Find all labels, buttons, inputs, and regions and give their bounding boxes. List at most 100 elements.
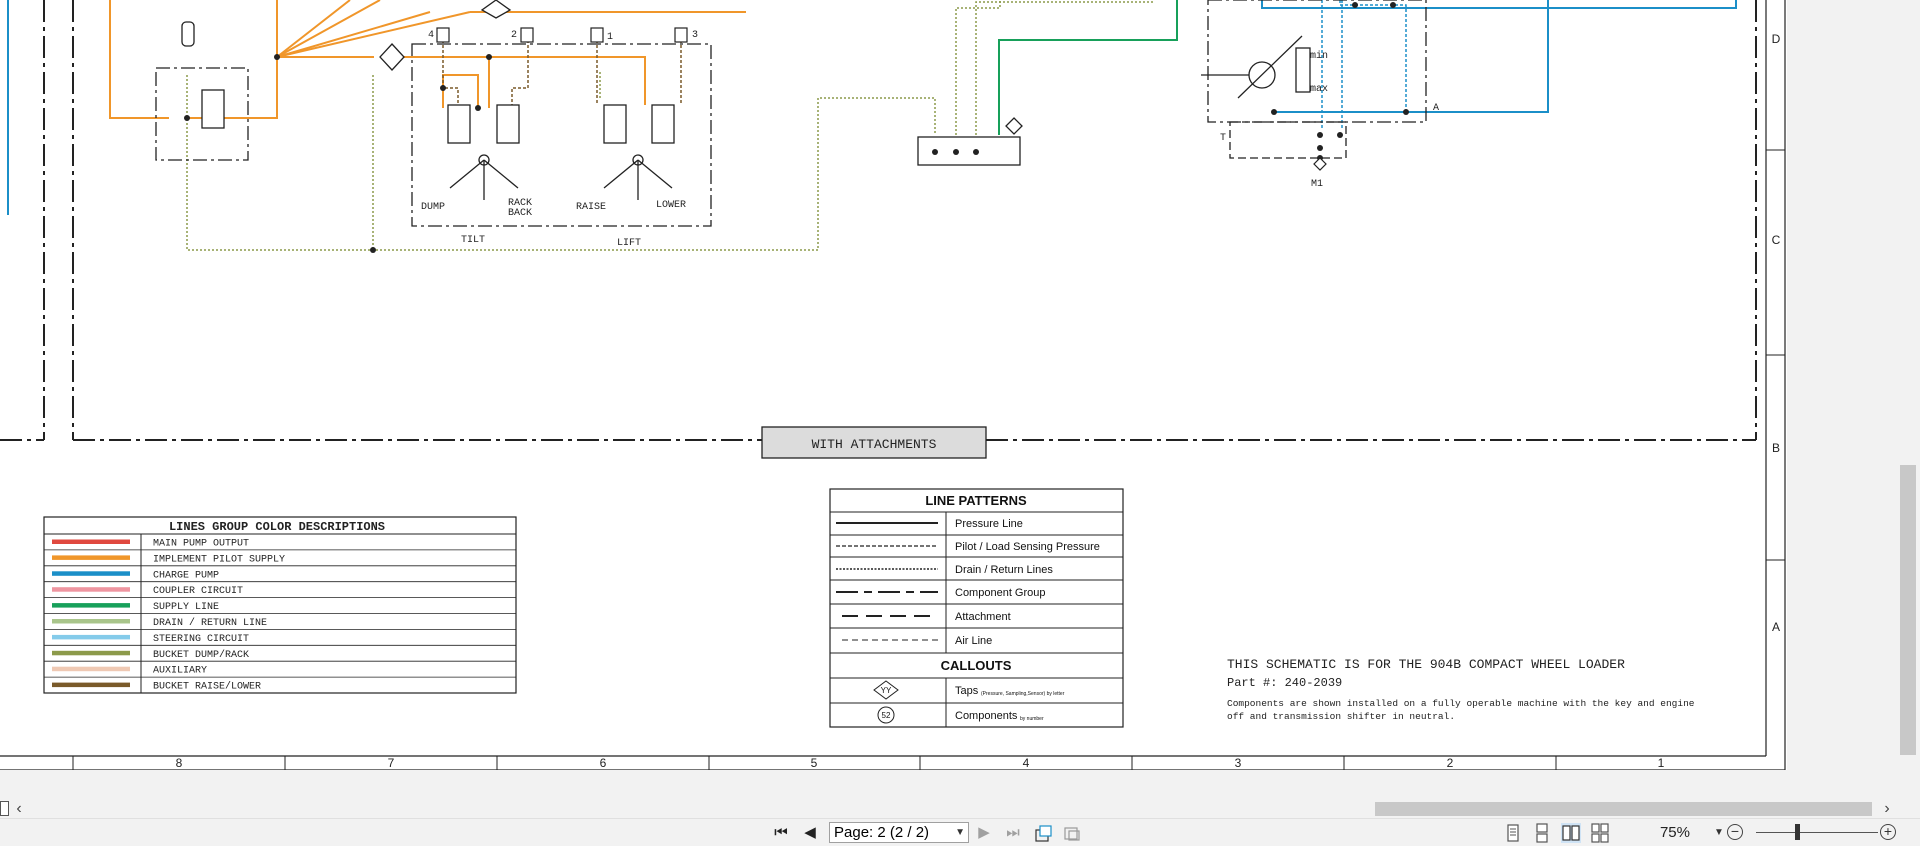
zoom-value[interactable]: 75% (1650, 823, 1690, 843)
zoom-in-icon[interactable]: + (1880, 824, 1896, 840)
label-tilt: TILT (461, 235, 485, 246)
install-note-line2: off and transmission shifter in neutral. (1227, 711, 1455, 722)
zone-number-4: 4 (1023, 756, 1030, 770)
legend-label: IMPLEMENT PILOT SUPPLY (153, 554, 285, 565)
schematic-drawing: DUMP RACK BACK RAISE LOWER TILT LIFT 4 2… (0, 0, 1786, 770)
last-page-icon[interactable]: ⏭ (1003, 823, 1023, 843)
legend-label: AUXILIARY (153, 666, 207, 677)
vertical-scroll-thumb[interactable] (1900, 465, 1916, 755)
joysticks (449, 154, 673, 200)
zone-number-7: 7 (388, 756, 395, 770)
legend-label: SUPPLY LINE (153, 602, 219, 613)
legend-label: BUCKET RAISE/LOWER (153, 681, 261, 693)
legend-swatch (52, 666, 130, 672)
zone-number-6: 6 (600, 756, 607, 770)
components-label: Components (955, 710, 1018, 722)
scroll-corner-box (0, 801, 9, 816)
taps-note: (Pressure, Sampling,Sensor) by letter (981, 691, 1065, 697)
zone-letter-b: B (1772, 441, 1780, 455)
prev-page-icon[interactable]: ◀ (800, 823, 820, 843)
zone-letter-a: A (1772, 620, 1780, 634)
zoom-slider-thumb[interactable] (1795, 824, 1800, 840)
zone-number-1: 1 (1658, 756, 1665, 770)
taps-label: Taps (955, 685, 979, 697)
schematic-title: THIS SCHEMATIC IS FOR THE 904B COMPACT W… (1227, 657, 1625, 672)
zone-letters: D C B A (1772, 32, 1781, 634)
callouts-title: CALLOUTS (941, 658, 1012, 673)
charge-lines (1261, 0, 1737, 113)
label-lift: LIFT (617, 238, 641, 249)
tap-symbol: YY (881, 686, 892, 695)
label-raise: RAISE (576, 202, 606, 213)
document-sheet: DUMP RACK BACK RAISE LOWER TILT LIFT 4 2… (0, 0, 1787, 770)
port-3-label: 3 (692, 30, 698, 41)
continuous-icon[interactable] (1532, 823, 1552, 843)
two-page-continuous-icon[interactable] (1590, 823, 1610, 843)
pattern-label-6: Air Line (955, 635, 992, 647)
color-legend: LINES GROUP COLOR DESCRIPTIONS MAIN PUMP… (43, 516, 517, 694)
legend-swatch (52, 634, 130, 640)
pump-symbol (1201, 35, 1311, 99)
legend-swatch (52, 650, 130, 656)
viewer-status-bar: ⏮ ◀ Page: 2 (2 / 2) ▼ ▶ ⏭ 75% ▼ − + (0, 818, 1920, 846)
pattern-label-3: Drain / Return Lines (955, 564, 1053, 576)
line-patterns: LINE PATTERNS Pressure Line Pilot / Load… (829, 488, 1124, 728)
page-selector[interactable]: Page: 2 (2 / 2) ▼ (829, 822, 969, 843)
legend-title: LINES GROUP COLOR DESCRIPTIONS (169, 520, 385, 534)
horizontal-scrollbar[interactable]: ‹ › (0, 800, 1896, 818)
part-number: Part #: 240-2039 (1227, 676, 1342, 690)
legend-swatch (52, 603, 130, 608)
port-1-label: 1 (607, 32, 613, 43)
legend-swatch (52, 619, 130, 624)
legend-swatch (52, 682, 130, 688)
legend-swatch (52, 539, 130, 544)
horizontal-scroll-thumb[interactable] (1375, 802, 1872, 816)
two-page-icon[interactable] (1561, 823, 1581, 843)
label-dump: DUMP (421, 202, 445, 213)
legend-label: DRAIN / RETURN LINE (153, 617, 267, 629)
zone-number-5: 5 (811, 756, 818, 770)
scroll-right-icon[interactable]: › (1878, 800, 1896, 818)
pattern-label-2: Pilot / Load Sensing Pressure (955, 541, 1100, 553)
export-icon[interactable] (1033, 823, 1053, 843)
pattern-label-4: Component Group (955, 587, 1046, 599)
zone-number-8: 8 (176, 756, 183, 770)
pump-max-label: max (1310, 84, 1328, 95)
valve-bodies (201, 89, 675, 144)
legend-swatch (52, 555, 130, 560)
port-m1-label: M1 (1311, 179, 1323, 190)
single-page-icon[interactable] (1503, 823, 1523, 843)
zone-letter-d: D (1772, 32, 1781, 46)
legend-label: BUCKET DUMP/RACK (153, 649, 249, 661)
label-lower: LOWER (656, 200, 686, 211)
scroll-left-icon[interactable]: ‹ (10, 800, 28, 818)
port-a-label: A (1433, 103, 1439, 114)
vertical-scrollbar[interactable] (1896, 0, 1920, 770)
first-page-icon[interactable]: ⏮ (771, 823, 791, 843)
components-note: by number (1020, 716, 1044, 722)
document-viewer: DUMP RACK BACK RAISE LOWER TILT LIFT 4 2… (0, 0, 1920, 846)
port-t-label: T (1220, 133, 1226, 144)
pattern-label-1: Pressure Line (955, 518, 1023, 530)
zoom-out-icon[interactable]: − (1727, 824, 1743, 840)
next-page-icon[interactable]: ▶ (974, 823, 994, 843)
legend-label: STEERING CIRCUIT (153, 634, 249, 645)
chevron-down-icon: ▼ (955, 827, 965, 838)
component-symbol: 52 (882, 711, 891, 720)
zoom-slider[interactable] (1756, 832, 1878, 833)
port-4-label: 4 (428, 30, 434, 41)
zone-number-2: 2 (1447, 756, 1454, 770)
label-back: BACK (508, 208, 532, 219)
attachment-boundary (0, 0, 1757, 441)
schematic-info: THIS SCHEMATIC IS FOR THE 904B COMPACT W… (1227, 657, 1695, 722)
legend-swatch (52, 571, 130, 576)
zoom-dropdown-icon[interactable]: ▼ (1714, 823, 1724, 843)
attachments-label: WITH ATTACHMENTS (812, 437, 937, 452)
fit-icon[interactable] (1062, 823, 1082, 843)
pattern-label-5: Attachment (955, 611, 1011, 623)
zone-letter-c: C (1772, 233, 1781, 247)
page-selector-value: Page: 2 (2 / 2) (834, 824, 930, 841)
legend-label: COUPLER CIRCUIT (153, 586, 243, 597)
patterns-title: LINE PATTERNS (925, 493, 1027, 508)
port-2-label: 2 (511, 30, 517, 41)
